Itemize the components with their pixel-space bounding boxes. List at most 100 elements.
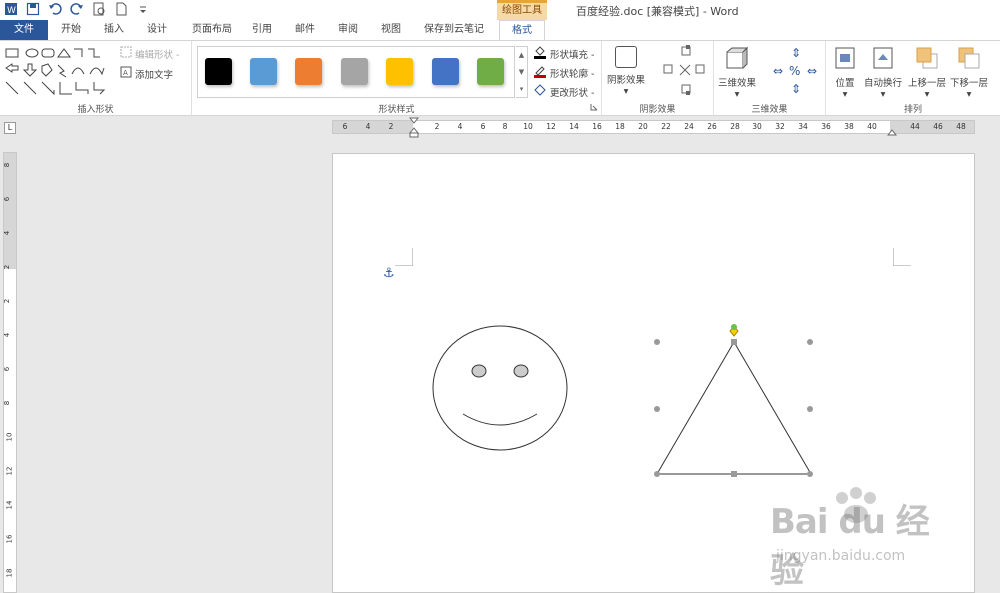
send-backward-button[interactable]: 下移一层 ▾ bbox=[950, 46, 988, 100]
tab-view[interactable]: 视图 bbox=[375, 20, 407, 40]
3d-cube-icon bbox=[725, 46, 749, 73]
position-button[interactable]: 位置 ▾ bbox=[834, 46, 856, 100]
svg-text:⇔: ⇔ bbox=[773, 64, 783, 78]
ruler-tick-label: 8 bbox=[3, 400, 12, 406]
tab-save-to-cloud-note[interactable]: 保存到云笔记 bbox=[418, 20, 490, 40]
shadow-effects-button[interactable]: 阴影效果 ▾ bbox=[607, 46, 645, 97]
send-backward-icon bbox=[957, 46, 981, 73]
ruler-tick-label: 34 bbox=[798, 122, 808, 131]
customize-qat-icon[interactable] bbox=[136, 2, 150, 16]
shadow-effects-label: 阴影效果 bbox=[607, 75, 646, 86]
ruler-tick-label: 16 bbox=[5, 534, 14, 544]
drawing-tools-context-label: 绘图工具 bbox=[497, 0, 547, 20]
ruler-top-margin bbox=[4, 153, 16, 269]
bring-forward-icon bbox=[915, 46, 939, 73]
ruler-tick-label: 4 bbox=[3, 332, 12, 338]
indent-marker-icon[interactable] bbox=[408, 117, 420, 142]
shapes-gallery[interactable] bbox=[4, 46, 112, 101]
scroll-up-icon[interactable]: ▲ bbox=[516, 47, 527, 64]
dropdown-arrow-icon: ▾ bbox=[623, 86, 629, 97]
ruler-tick-label: 40 bbox=[867, 122, 877, 131]
style-swatch-orange[interactable] bbox=[295, 58, 322, 85]
add-text-button[interactable]: A 添加文字 bbox=[120, 66, 173, 81]
ruler-tick-label: 4 bbox=[3, 230, 12, 236]
ruler-tick-label: 6 bbox=[3, 196, 12, 202]
gallery-scroll[interactable]: ▲ ▼ ▾ bbox=[516, 46, 528, 98]
wrap-text-button[interactable]: 自动换行 ▾ bbox=[864, 46, 902, 100]
watermark-main-text: Bai du 经验 bbox=[770, 502, 930, 591]
ruler-tick-label: 14 bbox=[5, 500, 14, 510]
quick-access-toolbar: W bbox=[4, 2, 150, 16]
shape-fill-button[interactable]: 形状填充 - bbox=[533, 45, 594, 62]
ruler-tick-label: 16 bbox=[592, 122, 602, 131]
style-swatch-gray[interactable] bbox=[341, 58, 368, 85]
tab-review[interactable]: 审阅 bbox=[332, 20, 364, 40]
tilt-controls[interactable]: ⇕ ⇔ % ⇔ ⇕ bbox=[771, 45, 823, 102]
svg-text:A: A bbox=[123, 69, 128, 77]
ruler-tick-label: 14 bbox=[569, 122, 579, 131]
document-title: 百度经验.doc [兼容模式] - Word bbox=[576, 5, 739, 18]
save-icon[interactable] bbox=[26, 2, 40, 16]
style-swatch-blue[interactable] bbox=[250, 58, 277, 85]
horizontal-ruler[interactable]: 6 4 2 2 4 6 8 10 12 14 16 18 20 22 24 26 28 30 32 34 36 38 40 4… bbox=[332, 120, 975, 134]
title-bar: W 绘图工具 百度经验.doc [兼容模式] - Word bbox=[0, 0, 1000, 20]
tab-file[interactable]: 文件 bbox=[0, 20, 48, 40]
ruler-tick-label: 38 bbox=[844, 122, 854, 131]
svg-text:⇔: ⇔ bbox=[807, 64, 817, 78]
scroll-down-icon[interactable]: ▼ bbox=[516, 64, 527, 81]
style-swatch-black[interactable] bbox=[205, 58, 232, 85]
smiley-face-shape[interactable] bbox=[432, 325, 568, 451]
3d-effects-button[interactable]: 三维效果 ▾ bbox=[718, 46, 756, 100]
undo-icon[interactable] bbox=[48, 2, 62, 16]
style-swatch-green[interactable] bbox=[477, 58, 504, 85]
tab-insert[interactable]: 插入 bbox=[98, 20, 130, 40]
ruler-tick-label: 4 bbox=[365, 122, 371, 131]
ruler-tick-label: 44 bbox=[910, 122, 920, 131]
ruler-tick-label: 24 bbox=[684, 122, 694, 131]
group-label-shape-styles: 形状样式 bbox=[378, 105, 415, 115]
ruler-tick-label: 36 bbox=[821, 122, 831, 131]
triangle-shape[interactable] bbox=[656, 341, 812, 475]
change-shape-button[interactable]: 更改形状 - bbox=[533, 83, 594, 100]
edit-shape-label: 编辑形状 - bbox=[135, 49, 180, 61]
more-styles-icon[interactable]: ▾ bbox=[516, 81, 527, 97]
print-preview-icon[interactable] bbox=[92, 2, 106, 16]
tab-design[interactable]: 设计 bbox=[141, 20, 173, 40]
ruler-tick-label: 6 bbox=[342, 122, 348, 131]
add-text-label: 添加文字 bbox=[135, 69, 174, 81]
ruler-tick-label: 20 bbox=[638, 122, 648, 131]
bring-forward-label: 上移一层 bbox=[908, 78, 947, 89]
ruler-tick-label: 6 bbox=[3, 366, 12, 372]
tab-references[interactable]: 引用 bbox=[246, 20, 278, 40]
ribbon: 编辑形状 - A 添加文字 插入形状 形状样式 ▲ ▼ ▾ 形状填充 - 形状轮… bbox=[0, 40, 1000, 117]
tab-page-layout[interactable]: 页面布局 bbox=[186, 20, 238, 40]
tab-selector-icon[interactable]: L bbox=[4, 122, 16, 134]
ruler-tick-label: 18 bbox=[5, 568, 14, 578]
bring-forward-button[interactable]: 上移一层 ▾ bbox=[908, 46, 946, 100]
edit-shape-button[interactable]: 编辑形状 - bbox=[120, 46, 179, 61]
tab-mailings[interactable]: 邮件 bbox=[289, 20, 321, 40]
svg-text:%: % bbox=[789, 64, 800, 78]
ruler-tick-label: 2 bbox=[3, 264, 12, 270]
tab-home[interactable]: 开始 bbox=[55, 20, 87, 40]
new-document-icon[interactable] bbox=[114, 2, 128, 16]
ruler-tick-label: 32 bbox=[775, 122, 785, 131]
dropdown-arrow-icon: ▾ bbox=[734, 89, 740, 100]
style-swatch-gold[interactable] bbox=[386, 58, 413, 85]
group-label-3d-effects: 三维效果 bbox=[751, 105, 788, 115]
nudge-shadow-controls[interactable] bbox=[660, 45, 708, 102]
ruler-tick-label: 22 bbox=[661, 122, 671, 131]
group-3d-effects: 三维效果 ▾ ⇕ ⇔ % ⇔ ⇕ 三维效果 bbox=[714, 41, 826, 117]
shape-outline-button[interactable]: 形状轮廓 - bbox=[533, 64, 594, 81]
vertical-ruler[interactable]: 8 6 4 2 2 4 6 8 10 12 14 16 18 bbox=[3, 152, 17, 593]
position-icon bbox=[834, 46, 856, 73]
ruler-tick-label: 30 bbox=[752, 122, 762, 131]
style-swatch-dark-blue[interactable] bbox=[432, 58, 459, 85]
shadow-effect-icon bbox=[615, 46, 637, 68]
tab-format[interactable]: 格式 bbox=[499, 20, 545, 41]
svg-text:W: W bbox=[7, 6, 16, 16]
right-indent-marker-icon[interactable] bbox=[886, 127, 898, 140]
wrap-text-label: 自动换行 bbox=[864, 78, 903, 89]
dialog-launcher-icon[interactable] bbox=[590, 103, 598, 114]
redo-icon[interactable] bbox=[70, 2, 84, 16]
